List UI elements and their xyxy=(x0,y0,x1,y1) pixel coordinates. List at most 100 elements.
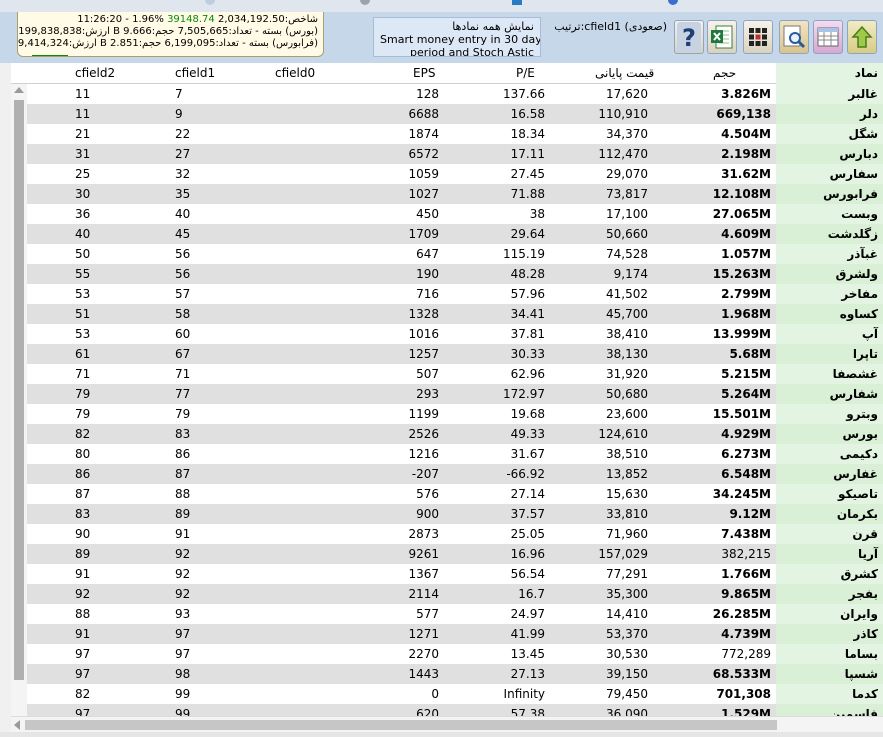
cell-pe: 137.66 xyxy=(503,87,545,101)
header-symbol[interactable]: نماد xyxy=(855,66,878,80)
table-row[interactable]: 36 40 450 38 17,100 27.065M وبست xyxy=(11,204,883,224)
table-row[interactable]: 79 77 293 172.97 50,680 5.264M شفارس xyxy=(11,384,883,404)
cell-symbol: بفجر xyxy=(848,587,878,601)
table-row[interactable]: 55 56 190 48.28 9,174 15.263M ولشرق xyxy=(11,264,883,284)
table-row[interactable]: 25 32 1059 27.45 29,070 31.62M سفارس xyxy=(11,164,883,184)
table-row[interactable]: 71 71 507 62.96 31,920 5.215M غشصفا xyxy=(11,364,883,384)
header-cfield1[interactable]: cfield1 xyxy=(175,66,215,80)
table-row[interactable]: 83 89 900 37.57 33,810 9.12M بکرمان xyxy=(11,504,883,524)
table-row[interactable]: 61 67 1257 30.33 38,130 5.68M تاپرا xyxy=(11,344,883,364)
header-cfield2[interactable]: cfield2 xyxy=(75,66,115,80)
up-button[interactable] xyxy=(847,20,877,54)
table-row[interactable]: 88 93 577 24.97 14,410 26.285M وایران xyxy=(11,604,883,624)
browser-icon xyxy=(205,0,215,5)
horizontal-scroll-thumb[interactable] xyxy=(25,720,777,730)
index-value: 2,034,192.50 xyxy=(217,14,285,25)
header-eps[interactable]: EPS xyxy=(413,66,435,80)
market-summary: شاخص:2,034,192.50 39148.74 %1.96 - 11:26… xyxy=(17,12,324,57)
cell-volume: 4.609M xyxy=(721,227,771,241)
cell-volume: 6.548M xyxy=(721,467,771,481)
cell-symbol: شگل xyxy=(848,127,879,141)
cell-price: 74,528 xyxy=(606,247,648,261)
table-row[interactable]: 87 88 576 27.14 15,630 34.245M تاصیکو xyxy=(11,484,883,504)
cell-pe: 19.68 xyxy=(510,407,545,421)
cell-cfield2: 86 xyxy=(75,467,91,481)
cell-pe: 62.96 xyxy=(510,367,545,381)
table-row[interactable]: 89 92 9261 16.96 157,029 382,215 آریا xyxy=(11,544,883,564)
table-row[interactable]: 11 9 6688 16.58 110,910 669,138 دلر xyxy=(11,104,883,124)
table-row[interactable]: 80 86 1216 31.67 38,510 6.273M دکیمی xyxy=(11,444,883,464)
cell-volume: 15.501M xyxy=(712,407,771,421)
preview-button[interactable] xyxy=(779,20,809,54)
cell-symbol: شسپا xyxy=(844,667,878,681)
help-icon: ? xyxy=(677,22,701,52)
data-grid[interactable]: cfield2 cfield1 cfield0 EPS P/E قیمت پای… xyxy=(11,63,883,716)
cell-price: 34,370 xyxy=(606,127,648,141)
export-excel-button[interactable] xyxy=(707,20,737,54)
table-row[interactable]: 11 7 128 137.66 17,620 3.826M غالبر xyxy=(11,84,883,104)
header-pe[interactable]: P/E xyxy=(516,66,535,80)
table-row[interactable]: 30 35 1027 71.88 73,817 12.108M فرابورس xyxy=(11,184,883,204)
cell-eps: 900 xyxy=(416,507,439,521)
help-button[interactable]: ? xyxy=(674,20,704,54)
cell-price: 157,029 xyxy=(598,547,648,561)
cell-volume: 15.263M xyxy=(712,267,771,281)
cell-eps: 2873 xyxy=(408,527,439,541)
table-row[interactable]: 91 92 1367 56.54 77,291 1.766M کشرق xyxy=(11,564,883,584)
cell-symbol: بساما xyxy=(844,647,878,661)
table-row[interactable]: 97 99 620 57.38 36,090 1.529M فاسمین xyxy=(11,704,883,716)
cell-eps: 1059 xyxy=(408,167,439,181)
table-row[interactable]: 50 56 647 115.19 74,528 1.057M غبآذر xyxy=(11,244,883,264)
cell-volume: 1.057M xyxy=(721,247,771,261)
table-row[interactable]: 79 79 1199 19.68 23,600 15.501M وبترو xyxy=(11,404,883,424)
table-row[interactable]: 92 92 2114 16.7 35,300 9.865M بفجر xyxy=(11,584,883,604)
table-row[interactable]: 21 22 1874 18.34 34,370 4.504M شگل xyxy=(11,124,883,144)
scroll-up-icon[interactable] xyxy=(14,87,24,93)
table-row[interactable]: 82 83 2526 49.33 124,610 4.929M بورس xyxy=(11,424,883,444)
table-row[interactable]: 51 58 1328 34.41 45,700 1.968M کساوه xyxy=(11,304,883,324)
header-price[interactable]: قیمت پایانی xyxy=(595,66,654,80)
table-row[interactable]: 97 98 1443 27.13 39,150 68.533M شسپا xyxy=(11,664,883,684)
browser-icon xyxy=(512,0,522,5)
cell-cfield2: 92 xyxy=(75,587,91,601)
table-row[interactable]: 82 99 0 Infinity 79,450 701,308 کدما xyxy=(11,684,883,704)
cell-cfield2: 55 xyxy=(75,267,91,281)
cell-price: 33,810 xyxy=(606,507,648,521)
cell-cfield1: 92 xyxy=(175,587,191,601)
cell-symbol: کشرق xyxy=(840,567,878,581)
cell-cfield1: 9 xyxy=(175,107,183,121)
cell-cfield2: 91 xyxy=(75,567,91,581)
table-row[interactable]: 53 57 716 57.96 41,502 2.799M مفاخر xyxy=(11,284,883,304)
vertical-scroll-thumb[interactable] xyxy=(14,100,24,680)
header-cfield0[interactable]: cfield0 xyxy=(275,66,315,80)
columns-button[interactable] xyxy=(743,20,773,54)
vertical-scrollbar[interactable] xyxy=(11,84,27,716)
table-row[interactable]: 53 60 1016 37.81 38,410 13.999M آپ xyxy=(11,324,883,344)
cell-symbol: کدما xyxy=(852,687,878,701)
cell-volume: 5.68M xyxy=(729,347,771,361)
filter-info-box[interactable]: نمایش همه نمادها Smart money entry in 30… xyxy=(373,17,541,57)
cell-cfield1: 40 xyxy=(175,207,191,221)
table-row[interactable]: 90 91 2873 25.05 71,960 7.438M قرن xyxy=(11,524,883,544)
table-row[interactable]: 86 87 -207 -66.92 13,852 6.548M غفارس xyxy=(11,464,883,484)
cell-cfield2: 11 xyxy=(75,107,91,121)
scroll-left-icon[interactable] xyxy=(14,720,20,730)
excel-icon xyxy=(711,25,733,49)
cell-symbol: قرن xyxy=(852,527,878,541)
table-row[interactable]: 97 97 2270 13.45 30,530 772,289 بساما xyxy=(11,644,883,664)
cell-symbol: زگلدشت xyxy=(827,227,878,241)
table-view-button[interactable] xyxy=(813,20,843,54)
table-row[interactable]: 40 45 1709 29.64 50,660 4.609M زگلدشت xyxy=(11,224,883,244)
cell-symbol: کاذر xyxy=(853,627,878,641)
table-row[interactable]: 91 97 1271 41.99 53,370 4.739M کاذر xyxy=(11,624,883,644)
cell-eps: -207 xyxy=(411,467,439,481)
cell-pe: 27.14 xyxy=(510,487,545,501)
cell-eps: 9261 xyxy=(408,547,439,561)
cell-cfield1: 99 xyxy=(175,707,191,716)
header-volume[interactable]: حجم xyxy=(713,66,736,80)
horizontal-scrollbar[interactable] xyxy=(11,716,883,732)
market-indicator-bar xyxy=(32,55,68,56)
cell-pe: 27.45 xyxy=(510,167,545,181)
cell-cfield2: 89 xyxy=(75,547,91,561)
table-row[interactable]: 31 27 6572 17.11 112,470 2.198M دبارس xyxy=(11,144,883,164)
